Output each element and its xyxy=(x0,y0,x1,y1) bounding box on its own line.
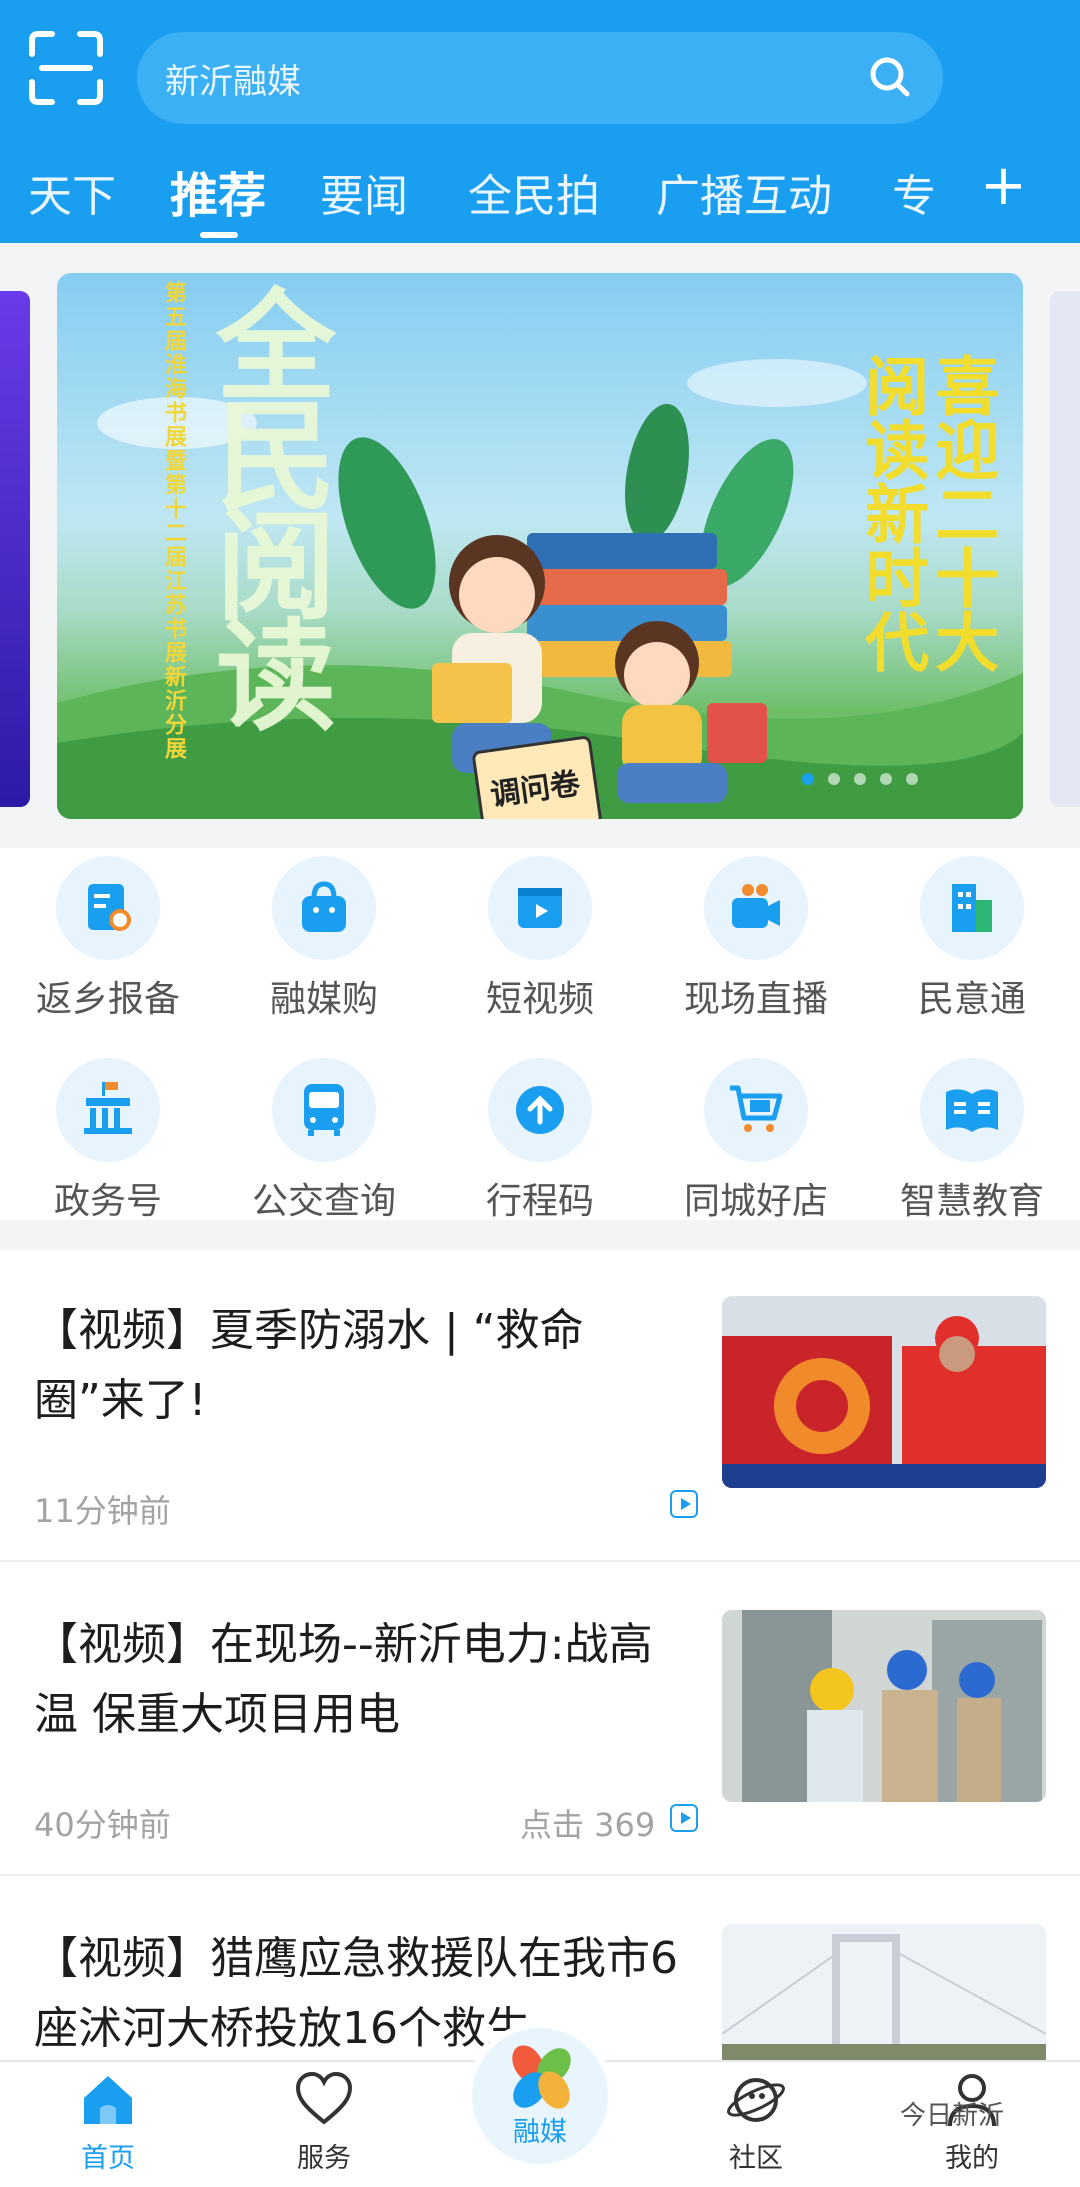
government-icon xyxy=(56,1058,160,1162)
service-label: 公交查询 xyxy=(251,1181,396,1222)
report-doc-icon xyxy=(56,856,160,960)
add-channel-button[interactable]: + xyxy=(980,158,1027,214)
nav-media-center[interactable]: 融媒 xyxy=(472,2028,608,2164)
service-government-account[interactable]: 政务号 xyxy=(0,1058,216,1224)
video-clip-icon xyxy=(488,856,592,960)
banner-slide[interactable]: 第五届淮海书展暨第十二届江苏书展新沂分展 全民阅读 喜迎二十大 阅读新时代 调问… xyxy=(57,273,1023,819)
home-icon xyxy=(84,2076,132,2124)
service-return-report[interactable]: 返乡报备 xyxy=(0,856,216,1022)
banner-slogan-1: 喜迎二十大 xyxy=(924,353,999,673)
heart-icon xyxy=(295,2071,353,2125)
nav-label: 融媒 xyxy=(513,2117,567,2148)
banner-slogan-2: 阅读新时代 xyxy=(854,353,929,673)
news-title[interactable]: 【视频】夏季防溺水 | “救命圈”来了! xyxy=(34,1296,694,1436)
service-short-video[interactable]: 短视频 xyxy=(432,856,648,1022)
service-media-shop[interactable]: 融媒购 xyxy=(216,856,432,1022)
news-thumbnail[interactable] xyxy=(722,1610,1046,1802)
search-icon[interactable] xyxy=(865,52,917,104)
shopping-bag-icon xyxy=(272,856,376,960)
news-time: 40分钟前 xyxy=(34,1806,171,1844)
news-thumbnail[interactable] xyxy=(722,1924,1046,2060)
nav-service[interactable]: 服务 xyxy=(254,2070,394,2175)
tab-special[interactable]: 专 xyxy=(892,160,936,224)
search-bar[interactable]: 新沂融媒 xyxy=(137,32,943,124)
nav-home[interactable]: 首页 xyxy=(38,2070,178,2175)
nav-label: 首页 xyxy=(81,2143,135,2174)
building-icon xyxy=(920,856,1024,960)
news-item[interactable]: 【视频】在现场--新沂电力:战高温 保重大项目用电 40分钟前 点击 369 xyxy=(0,1564,1080,1876)
carousel-dot[interactable] xyxy=(828,773,840,785)
cart-icon xyxy=(704,1058,808,1162)
carousel-dot[interactable] xyxy=(906,773,918,785)
video-badge-icon xyxy=(670,1804,698,1832)
active-tab-indicator xyxy=(200,232,238,238)
live-camera-icon xyxy=(704,856,808,960)
planet-icon xyxy=(727,2078,785,2122)
section-divider xyxy=(0,1220,1080,1250)
news-hits: 点击 369 xyxy=(520,1806,656,1844)
nav-label: 我的 xyxy=(945,2143,999,2174)
news-title[interactable]: 【视频】在现场--新沂电力:战高温 保重大项目用电 xyxy=(34,1610,694,1750)
book-icon xyxy=(920,1058,1024,1162)
service-label: 政务号 xyxy=(53,1181,162,1222)
service-public-opinion[interactable]: 民意通 xyxy=(864,856,1080,1022)
next-banner-peek[interactable] xyxy=(1050,291,1080,807)
service-label: 短视频 xyxy=(485,979,594,1020)
tab-headlines[interactable]: 要闻 xyxy=(320,160,408,224)
service-smart-education[interactable]: 智慧教育 xyxy=(864,1058,1080,1224)
service-grid: 返乡报备 融媒购 短视频 现场直播 民意通 政务号 公交查询 行程码 同城好店 … xyxy=(0,848,1080,1222)
video-badge-icon xyxy=(670,1490,698,1518)
news-thumbnail[interactable] xyxy=(722,1296,1046,1488)
carousel-dot[interactable] xyxy=(802,773,814,785)
nav-community[interactable]: 社区 xyxy=(686,2070,826,2175)
news-feed[interactable]: 【视频】夏季防溺水 | “救命圈”来了! 11分钟前 【视频】在现场--新沂电力… xyxy=(0,1250,1080,2060)
tab-tianxia[interactable]: 天下 xyxy=(28,160,116,224)
service-live[interactable]: 现场直播 xyxy=(648,856,864,1022)
tab-citizen-photo[interactable]: 全民拍 xyxy=(468,160,600,224)
channel-tabs: 天下 推荐 要闻 全民拍 广播互动 专 + xyxy=(0,150,1080,240)
service-label: 融媒购 xyxy=(269,979,378,1020)
news-time: 11分钟前 xyxy=(34,1492,171,1530)
service-local-shops[interactable]: 同城好店 xyxy=(648,1058,864,1224)
nav-label: 服务 xyxy=(297,2143,351,2174)
service-bus-query[interactable]: 公交查询 xyxy=(216,1058,432,1224)
service-label: 智慧教育 xyxy=(899,1181,1044,1222)
wechat-watermark: 今日新沂 xyxy=(900,2101,1005,2131)
tab-recommend[interactable]: 推荐 xyxy=(170,156,266,226)
scan-icon[interactable] xyxy=(28,30,104,106)
service-travel-code[interactable]: 行程码 xyxy=(432,1058,648,1224)
prev-banner-peek[interactable] xyxy=(0,291,30,807)
carousel-indicator xyxy=(802,773,918,785)
carousel-dot[interactable] xyxy=(880,773,892,785)
arrow-up-circle-icon xyxy=(488,1058,592,1162)
nav-label: 社区 xyxy=(729,2143,783,2174)
service-label: 行程码 xyxy=(485,1181,594,1222)
bus-icon xyxy=(272,1058,376,1162)
top-header: 新沂融媒 天下 推荐 要闻 全民拍 广播互动 专 + xyxy=(0,0,1080,243)
service-label: 民意通 xyxy=(917,979,1026,1020)
survey-tag-label: 调问卷 xyxy=(488,766,583,814)
banner-title: 全民阅读 xyxy=(195,283,334,723)
carousel-dot[interactable] xyxy=(854,773,866,785)
service-label: 返乡报备 xyxy=(35,979,180,1020)
search-placeholder: 新沂融媒 xyxy=(165,62,301,102)
service-label: 同城好店 xyxy=(683,1181,828,1222)
news-item[interactable]: 【视频】夏季防溺水 | “救命圈”来了! 11分钟前 xyxy=(0,1250,1080,1562)
tab-radio-interaction[interactable]: 广播互动 xyxy=(656,160,832,224)
service-label: 现场直播 xyxy=(683,979,828,1020)
banner-carousel[interactable]: 第五届淮海书展暨第十二届江苏书展新沂分展 全民阅读 喜迎二十大 阅读新时代 调问… xyxy=(0,243,1080,848)
